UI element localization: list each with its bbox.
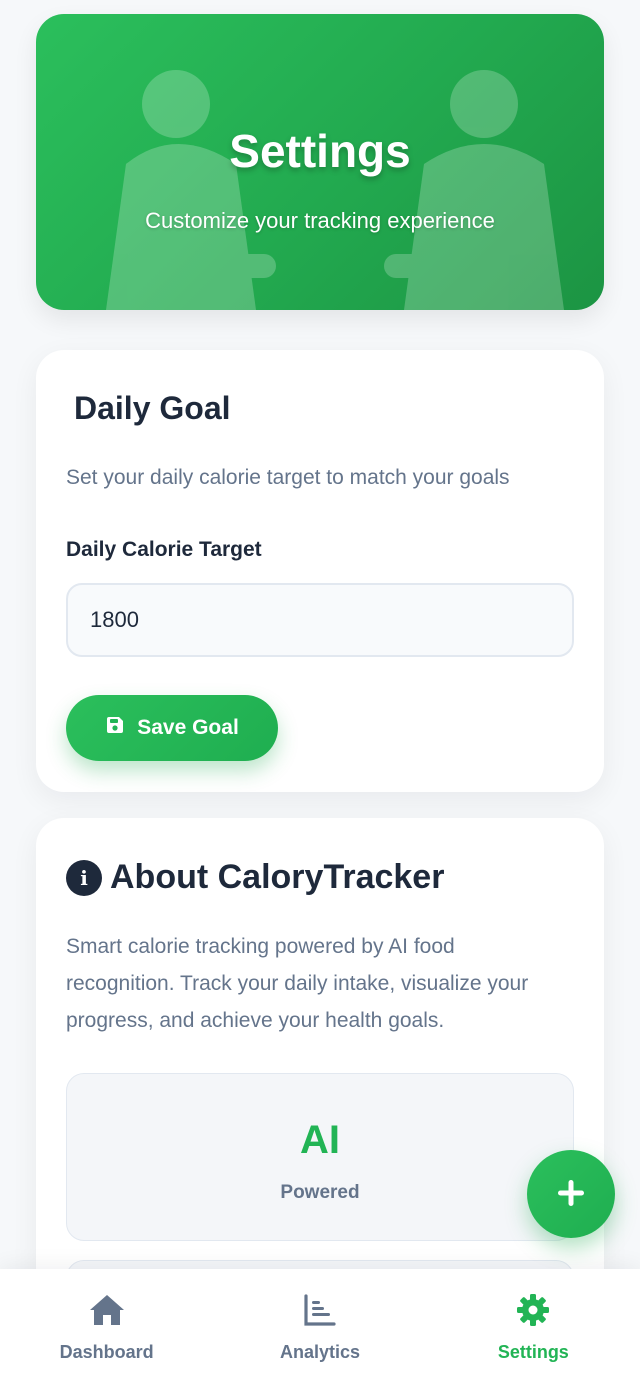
calorie-target-label: Daily Calorie Target — [66, 538, 262, 561]
home-icon — [88, 1293, 126, 1332]
nav-label-dashboard: Dashboard — [59, 1342, 154, 1362]
about-title-row: i About CaloryTracker — [66, 858, 444, 897]
nav-item-settings[interactable]: Settings — [427, 1269, 640, 1387]
daily-goal-card: Daily Goal Set your daily calorie target… — [36, 350, 604, 792]
info-circle-icon: i — [66, 859, 102, 896]
nav-item-analytics[interactable]: Analytics — [213, 1269, 426, 1387]
nav-label-analytics: Analytics — [279, 1342, 361, 1362]
feature-label: Powered — [280, 1182, 360, 1203]
page-title: Settings — [229, 125, 411, 177]
chart-icon — [303, 1293, 337, 1332]
daily-goal-title: Daily Goal — [74, 390, 231, 426]
settings-page: Settings Customize your tracking experie… — [0, 0, 640, 1387]
gear-icon — [516, 1293, 550, 1332]
add-food-button[interactable] — [527, 1150, 615, 1238]
nav-item-dashboard[interactable]: Dashboard — [0, 1269, 213, 1387]
daily-goal-description: Set your daily calorie target to match y… — [66, 466, 510, 489]
about-description: Smart calorie tracking powered by AI foo… — [66, 935, 529, 1032]
plus-icon — [555, 1177, 587, 1212]
feature-value: AI — [300, 1118, 340, 1162]
bottom-navigation: Dashboard Analytics Settings — [0, 1269, 640, 1387]
save-goal-label: Save Goal — [137, 716, 239, 739]
feature-tile: AI Powered — [66, 1073, 574, 1241]
nav-label-settings: Settings — [497, 1342, 569, 1362]
about-title: About CaloryTracker — [110, 858, 445, 896]
floppy-disk-icon — [105, 715, 125, 741]
page-subtitle: Customize your tracking experience — [145, 208, 495, 233]
calorie-target-input[interactable] — [66, 583, 574, 657]
save-goal-button[interactable]: Save Goal — [66, 695, 278, 761]
settings-hero-banner: Settings Customize your tracking experie… — [36, 14, 604, 310]
